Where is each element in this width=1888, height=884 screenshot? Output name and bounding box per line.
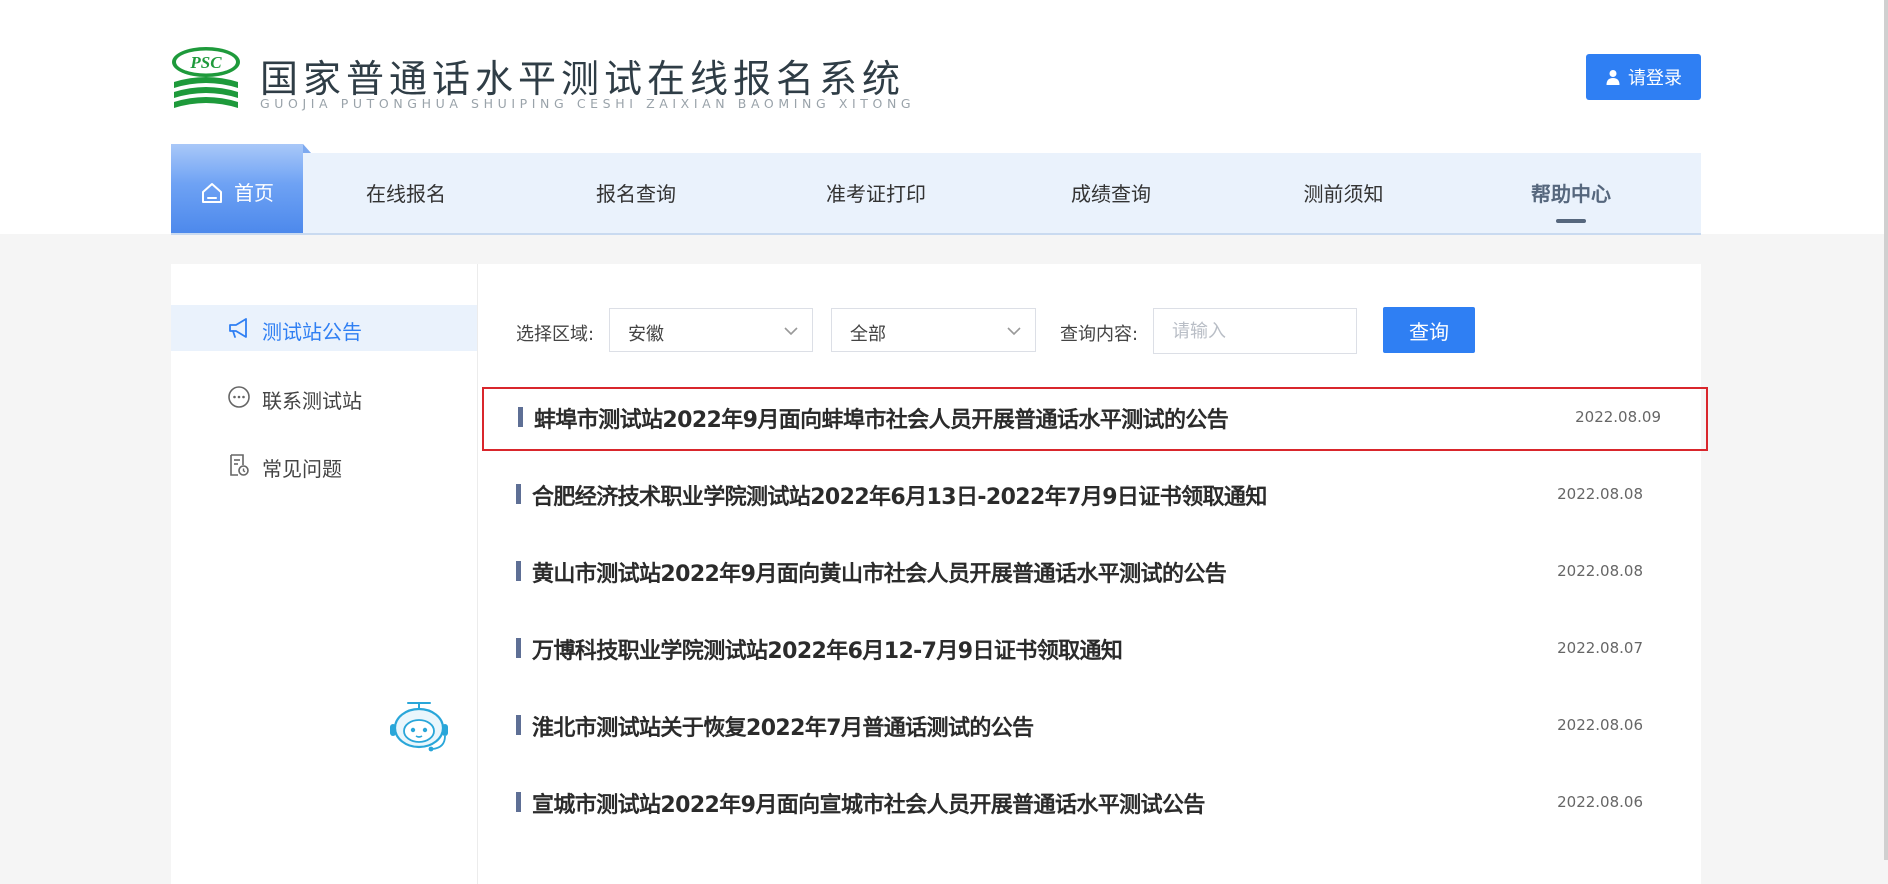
sidebar-item-station-announcements[interactable]: 测试站公告 xyxy=(171,305,477,351)
news-title: 宣城市测试站2022年9月面向宣城市社会人员开展普通话水平测试公告 xyxy=(532,793,1205,818)
sidebar-item-label: 常见问题 xyxy=(262,457,342,481)
page-scrollbar[interactable] xyxy=(1884,0,1888,860)
news-title: 合肥经济技术职业学院测试站2022年6月13日-2022年7月9日证书领取通知 xyxy=(532,485,1267,510)
nav-label: 报名查询 xyxy=(596,182,676,206)
sidebar: 测试站公告 联系测试站 常见问题 xyxy=(171,264,478,884)
news-date: 2022.08.08 xyxy=(1557,562,1643,580)
query-button[interactable]: 查询 xyxy=(1383,307,1475,353)
news-item[interactable]: 合肥经济技术职业学院测试站2022年6月13日-2022年7月9日证书领取通知 … xyxy=(480,464,1690,526)
news-bullet xyxy=(518,407,523,427)
news-item[interactable]: 淮北市测试站关于恢复2022年7月普通话测试的公告 2022.08.06 xyxy=(480,695,1690,757)
home-icon xyxy=(202,182,222,203)
login-label: 请登录 xyxy=(1628,68,1682,89)
nav-label: 在线报名 xyxy=(366,182,446,206)
query-input[interactable] xyxy=(1153,308,1357,354)
chevron-down-icon xyxy=(784,327,798,336)
news-date: 2022.08.06 xyxy=(1557,716,1643,734)
news-bullet xyxy=(516,561,521,581)
news-date: 2022.08.09 xyxy=(1575,408,1661,426)
site-subtitle: GUOJIA PUTONGHUA SHUIPING CESHI ZAIXIAN … xyxy=(260,96,916,111)
nav-item-online-registration[interactable]: 在线报名 xyxy=(341,153,471,233)
news-item[interactable]: 万博科技职业学院测试站2022年6月12-7月9日证书领取通知 2022.08.… xyxy=(480,618,1690,680)
nav-item-registration-query[interactable]: 报名查询 xyxy=(556,153,716,233)
nav-item-help-center[interactable]: 帮助中心 xyxy=(1491,153,1651,233)
query-label: 查询内容: xyxy=(1060,324,1139,345)
news-item[interactable]: 宣城市测试站2022年9月面向宣城市社会人员开展普通话水平测试公告 2022.0… xyxy=(480,772,1690,834)
customer-service-robot-icon[interactable] xyxy=(386,700,452,756)
news-bullet xyxy=(516,638,521,658)
chat-bubble-icon xyxy=(228,386,250,408)
news-item[interactable]: 蚌埠市测试站2022年9月面向蚌埠市社会人员开展普通话水平测试的公告 2022.… xyxy=(482,387,1708,451)
nav-active-underline xyxy=(1556,219,1586,223)
nav-label-home: 首页 xyxy=(234,180,274,205)
sidebar-item-label: 测试站公告 xyxy=(262,320,362,344)
region-label: 选择区域: xyxy=(516,324,595,345)
sidebar-item-contact-station[interactable]: 联系测试站 xyxy=(171,374,477,420)
nav-item-admission-ticket[interactable]: 准考证打印 xyxy=(791,153,961,233)
news-date: 2022.08.08 xyxy=(1557,485,1643,503)
news-title: 万博科技职业学院测试站2022年6月12-7月9日证书领取通知 xyxy=(532,639,1123,664)
logo-badge-text: PSC xyxy=(189,53,222,72)
site-title: 国家普通话水平测试在线报名系统 xyxy=(260,57,906,101)
content-card: 测试站公告 联系测试站 常见问题 选择区域: 安徽 全部 查询内容: 请输入 查… xyxy=(171,264,1708,884)
city-value: 全部 xyxy=(850,324,886,345)
nav-item-score-query[interactable]: 成绩查询 xyxy=(1031,153,1191,233)
header: PSC 国家普通话水平测试在线报名系统 GUOJIA PUTONGHUA SHU… xyxy=(0,0,1888,235)
news-date: 2022.08.07 xyxy=(1557,639,1643,657)
province-value: 安徽 xyxy=(628,324,664,345)
news-item[interactable]: 黄山市测试站2022年9月面向黄山市社会人员开展普通话水平测试的公告 2022.… xyxy=(480,541,1690,603)
nav-item-home[interactable]: 首页 xyxy=(171,144,311,233)
query-button-label: 查询 xyxy=(1409,319,1449,344)
news-title: 蚌埠市测试站2022年9月面向蚌埠市社会人员开展普通话水平测试的公告 xyxy=(534,408,1229,433)
main-nav: 首页 在线报名 报名查询 准考证打印 成绩查询 测前须知 帮助中心 xyxy=(171,144,1701,235)
nav-item-pre-test-notice[interactable]: 测前须知 xyxy=(1261,153,1426,233)
news-bullet xyxy=(516,792,521,812)
city-select[interactable]: 全部 xyxy=(831,308,1036,352)
document-clock-icon xyxy=(230,454,249,476)
nav-label: 帮助中心 xyxy=(1531,182,1611,206)
megaphone-icon xyxy=(229,318,247,338)
news-date: 2022.08.06 xyxy=(1557,793,1643,811)
nav-label: 测前须知 xyxy=(1303,182,1384,206)
sidebar-item-faq[interactable]: 常见问题 xyxy=(171,442,477,488)
sidebar-item-label: 联系测试站 xyxy=(262,389,362,413)
site-logo[interactable]: PSC 国家普通话水平测试在线报名系统 GUOJIA PUTONGHUA SHU… xyxy=(170,42,911,120)
user-icon xyxy=(1606,70,1620,85)
province-select[interactable]: 安徽 xyxy=(609,308,813,352)
news-bullet xyxy=(516,715,521,735)
news-bullet xyxy=(516,484,521,504)
chevron-down-icon xyxy=(1007,327,1021,336)
nav-label: 准考证打印 xyxy=(826,182,926,206)
news-title: 淮北市测试站关于恢复2022年7月普通话测试的公告 xyxy=(532,716,1034,741)
nav-label: 成绩查询 xyxy=(1071,182,1151,206)
login-button[interactable]: 请登录 xyxy=(1586,54,1701,100)
psc-emblem-icon: PSC xyxy=(172,47,240,108)
news-title: 黄山市测试站2022年9月面向黄山市社会人员开展普通话水平测试的公告 xyxy=(532,562,1227,587)
